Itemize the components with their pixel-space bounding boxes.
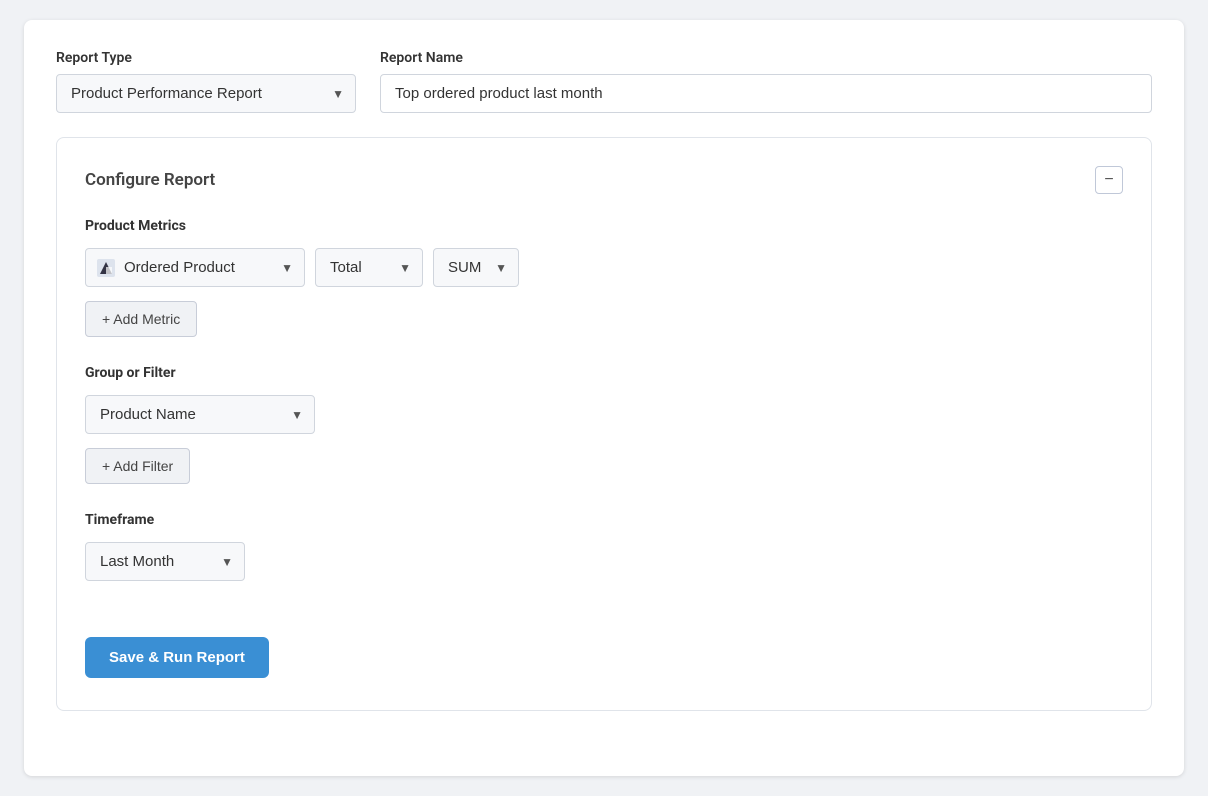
collapse-button[interactable]: − [1095, 166, 1123, 194]
add-filter-button[interactable]: + Add Filter [85, 448, 190, 484]
report-type-select-wrapper: Product Performance ReportSales ReportIn… [56, 74, 356, 113]
product-metrics-section: Product Metrics Ordered ProductUnits Sol… [85, 218, 1123, 337]
sum-select-wrapper: SUMAVGMINMAX ▼ [433, 248, 519, 287]
configure-title: Configure Report [85, 170, 215, 190]
collapse-icon: − [1104, 172, 1113, 188]
total-select[interactable]: TotalAverageCount [315, 248, 423, 287]
report-name-group: Report Name [380, 50, 1152, 113]
sum-select[interactable]: SUMAVGMINMAX [433, 248, 519, 287]
product-name-select[interactable]: Product NameCategorySKUBrand [85, 395, 315, 434]
configure-header: Configure Report − [85, 166, 1123, 194]
timeframe-select[interactable]: Last MonthLast WeekLast YearCustom [85, 542, 245, 581]
top-section: Report Type Product Performance ReportSa… [56, 50, 1152, 113]
total-select-wrapper: TotalAverageCount ▼ [315, 248, 423, 287]
metrics-row: Ordered ProductUnits SoldRevenue ▼ Total… [85, 248, 1123, 287]
ordered-product-select-wrapper: Ordered ProductUnits SoldRevenue ▼ [85, 248, 305, 287]
timeframe-label: Timeframe [85, 512, 1123, 528]
timeframe-select-wrapper: Last MonthLast WeekLast YearCustom ▼ [85, 542, 245, 581]
group-filter-section: Group or Filter Product NameCategorySKUB… [85, 365, 1123, 484]
report-name-input[interactable] [380, 74, 1152, 113]
product-name-select-wrapper: Product NameCategorySKUBrand ▼ [85, 395, 315, 434]
timeframe-section: Timeframe Last MonthLast WeekLast YearCu… [85, 512, 1123, 609]
add-metric-button[interactable]: + Add Metric [85, 301, 197, 337]
page-container: Report Type Product Performance ReportSa… [24, 20, 1184, 776]
report-name-label: Report Name [380, 50, 1152, 66]
configure-card: Configure Report − Product Metrics Order… [56, 137, 1152, 711]
group-filter-label: Group or Filter [85, 365, 1123, 381]
report-type-label: Report Type [56, 50, 356, 66]
save-run-button[interactable]: Save & Run Report [85, 637, 269, 678]
ordered-product-select[interactable]: Ordered ProductUnits SoldRevenue [85, 248, 305, 287]
report-type-group: Report Type Product Performance ReportSa… [56, 50, 356, 113]
product-metrics-label: Product Metrics [85, 218, 1123, 234]
report-type-select[interactable]: Product Performance ReportSales ReportIn… [56, 74, 356, 113]
